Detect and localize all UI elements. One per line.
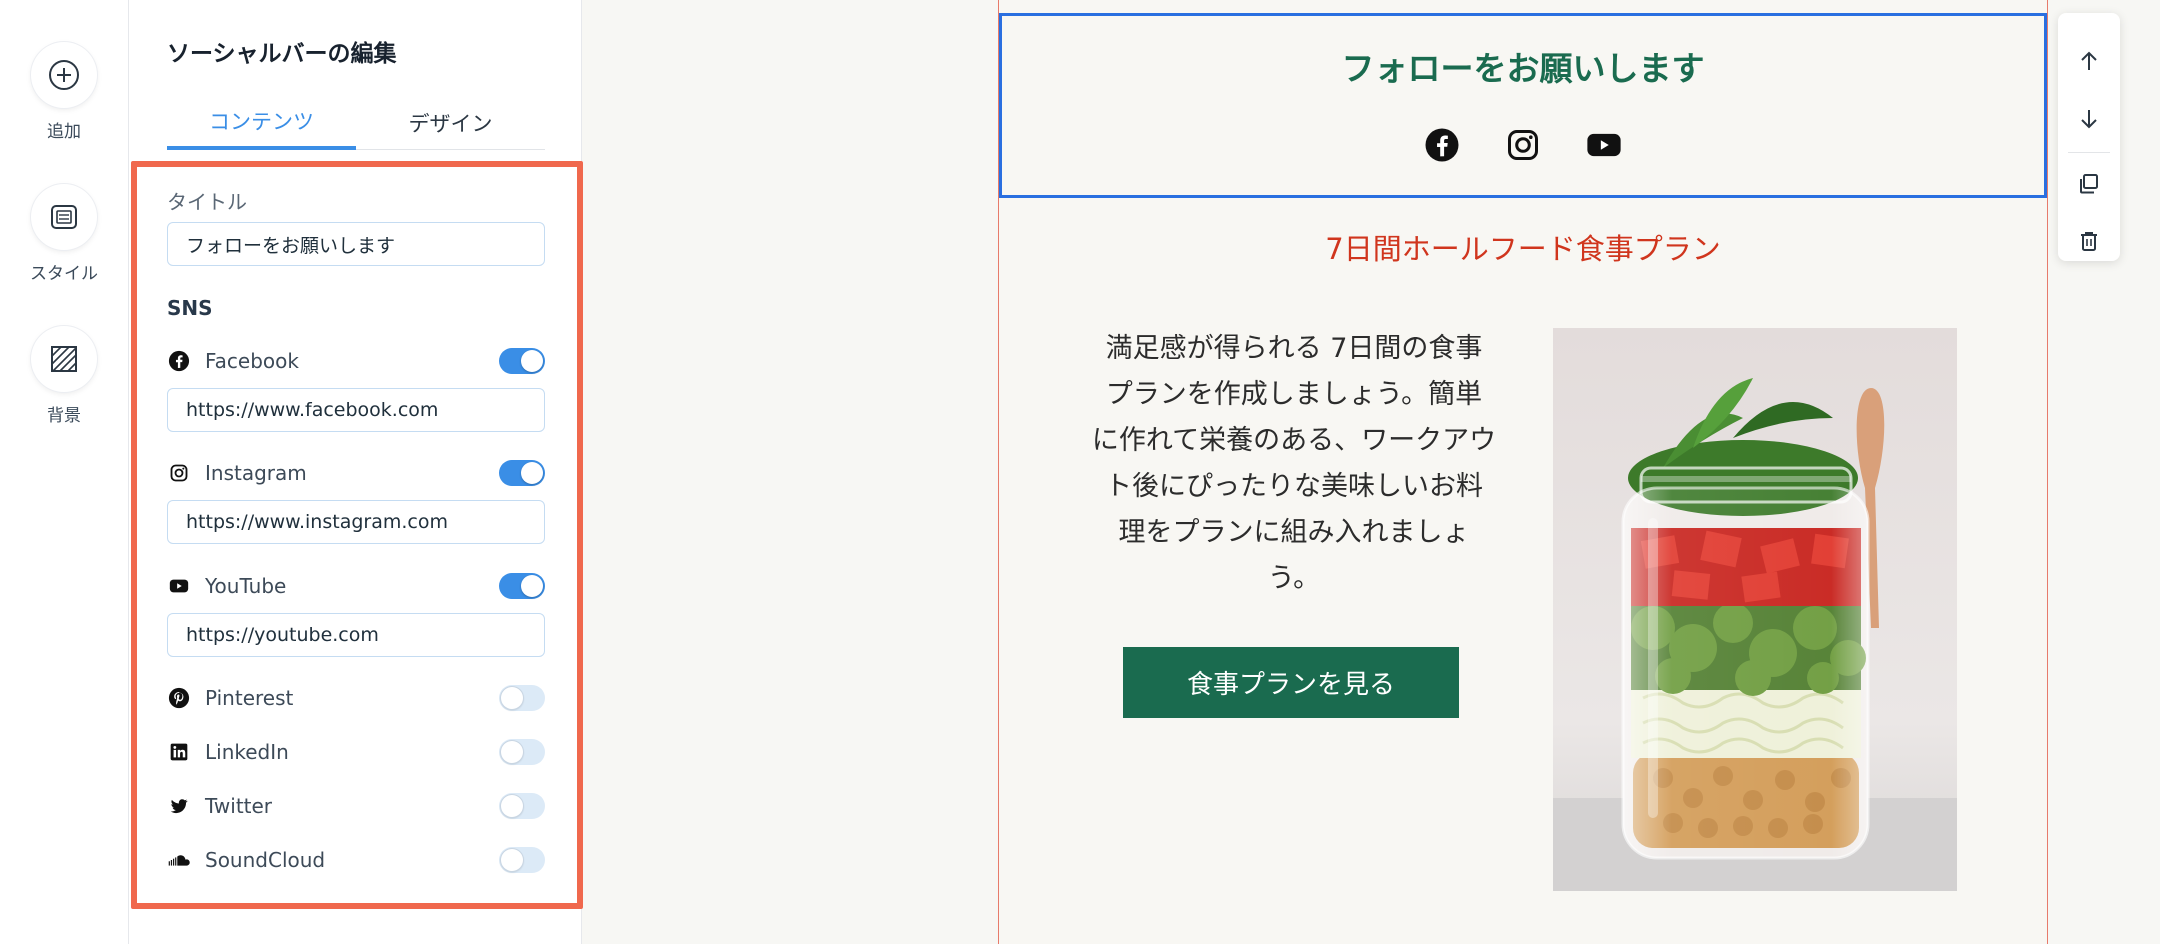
toggle-twitter[interactable] bbox=[499, 793, 545, 819]
social-bar-block[interactable]: フォローをお願いします bbox=[999, 13, 2047, 198]
sns-row-facebook: Facebook bbox=[167, 346, 545, 376]
rail-style-circle[interactable] bbox=[31, 184, 97, 250]
rail-add-button[interactable]: 追加 bbox=[0, 42, 128, 142]
meal-plan-title: 7日間ホールフード食事プラン bbox=[1325, 232, 1721, 266]
sns-row-youtube: YouTube bbox=[167, 571, 545, 601]
move-up-button[interactable] bbox=[2058, 33, 2120, 89]
toggle-pinterest[interactable] bbox=[499, 685, 545, 711]
sns-name-pinterest: Pinterest bbox=[205, 686, 294, 710]
rail-style-label: スタイル bbox=[30, 264, 98, 284]
toggle-knob bbox=[521, 462, 543, 484]
toggle-youtube[interactable] bbox=[499, 573, 545, 599]
facebook-icon[interactable] bbox=[1423, 126, 1461, 164]
toggle-knob bbox=[521, 350, 543, 372]
rail-background-circle[interactable] bbox=[31, 326, 97, 392]
sns-name-twitter: Twitter bbox=[205, 794, 273, 818]
social-bar-title: フォローをお願いします bbox=[1341, 49, 1705, 88]
meal-plan-description: 満足感が得られる 7日間の食事 プランを作成しましょう。簡単 に作れて栄養のある… bbox=[1091, 333, 1497, 594]
email-canvas: フォローをお願いします 7日間ホールフード食事プラン 満足感が得られる 7日間の… bbox=[998, 0, 2048, 944]
toggle-instagram[interactable] bbox=[499, 460, 545, 486]
pinterest-icon bbox=[167, 686, 191, 710]
sns-row-instagram: Instagram bbox=[167, 458, 545, 488]
sns-name-linkedin: LinkedIn bbox=[205, 740, 289, 764]
instagram-url-input[interactable] bbox=[167, 500, 545, 544]
view-meal-plan-button[interactable]: 食事プランを見る bbox=[1123, 647, 1459, 718]
facebook-url-input[interactable] bbox=[167, 388, 545, 432]
rail-add-circle[interactable] bbox=[31, 42, 97, 108]
left-rail: 追加 スタイル 背景 bbox=[0, 0, 128, 944]
sns-name-facebook: Facebook bbox=[205, 349, 299, 373]
tab-content[interactable]: コンテンツ bbox=[167, 96, 356, 150]
rail-add-label: 追加 bbox=[47, 122, 81, 142]
move-down-icon bbox=[2081, 110, 2097, 129]
move-down-button[interactable] bbox=[2058, 91, 2120, 147]
block-actions-toolbar bbox=[2058, 13, 2120, 261]
linkedin-icon bbox=[167, 740, 191, 764]
panel-tabs: コンテンツ デザイン bbox=[167, 96, 545, 150]
instagram-icon[interactable] bbox=[1504, 126, 1542, 164]
youtube-icon bbox=[167, 574, 191, 598]
toggle-soundcloud[interactable] bbox=[499, 847, 545, 873]
social-bar-settings-panel: ソーシャルバーの編集 コンテンツ デザイン タイトル SNS Facebook … bbox=[128, 0, 583, 944]
sns-name-soundcloud: SoundCloud bbox=[205, 848, 326, 872]
toolbar-divider bbox=[2068, 152, 2110, 153]
toggle-facebook[interactable] bbox=[499, 348, 545, 374]
toggle-knob bbox=[501, 849, 523, 871]
background-icon bbox=[51, 346, 77, 372]
toggle-linkedin[interactable] bbox=[499, 739, 545, 765]
toggle-knob bbox=[501, 795, 523, 817]
delete-button[interactable] bbox=[2058, 213, 2120, 269]
sns-row-soundcloud: SoundCloud bbox=[167, 845, 545, 875]
rail-background-label: 背景 bbox=[47, 406, 81, 426]
instagram-icon bbox=[167, 461, 191, 485]
youtube-url-input[interactable] bbox=[167, 613, 545, 657]
rail-background-button[interactable]: 背景 bbox=[0, 326, 128, 426]
title-field-label: タイトル bbox=[167, 190, 247, 214]
sns-section-label: SNS bbox=[167, 296, 213, 320]
move-up-icon bbox=[2081, 51, 2097, 70]
salad-jar-image bbox=[1553, 328, 1957, 891]
style-icon bbox=[51, 205, 77, 229]
sns-name-youtube: YouTube bbox=[205, 574, 287, 598]
toggle-knob bbox=[501, 741, 523, 763]
soundcloud-icon bbox=[167, 848, 191, 872]
duplicate-button[interactable] bbox=[2058, 156, 2120, 212]
youtube-icon[interactable] bbox=[1585, 126, 1623, 164]
panel-title: ソーシャルバーの編集 bbox=[167, 41, 397, 67]
rail-style-button[interactable]: スタイル bbox=[0, 184, 128, 284]
sns-row-twitter: Twitter bbox=[167, 791, 545, 821]
sns-row-linkedin: LinkedIn bbox=[167, 737, 545, 767]
toggle-knob bbox=[501, 687, 523, 709]
tab-design[interactable]: デザイン bbox=[356, 96, 545, 150]
social-icons-row bbox=[1002, 126, 2044, 164]
twitter-icon bbox=[167, 794, 191, 818]
facebook-icon bbox=[167, 349, 191, 373]
plus-circle-icon bbox=[49, 60, 79, 90]
sns-name-instagram: Instagram bbox=[205, 461, 307, 485]
sns-row-pinterest: Pinterest bbox=[167, 683, 545, 713]
delete-icon bbox=[2081, 232, 2097, 251]
title-input[interactable] bbox=[167, 222, 545, 266]
toggle-knob bbox=[521, 575, 543, 597]
duplicate-icon bbox=[2080, 174, 2098, 194]
